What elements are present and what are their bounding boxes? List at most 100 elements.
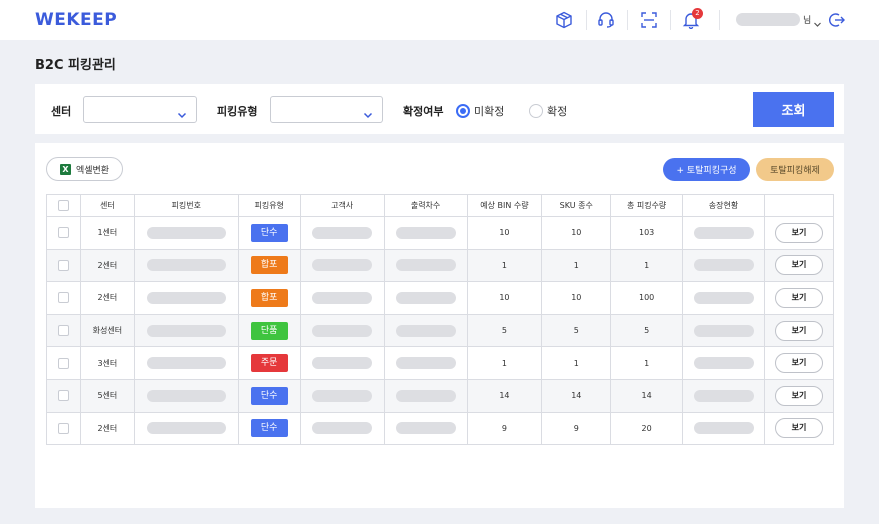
picking-number-placeholder (146, 226, 226, 239)
col-picking-type: 피킹유형 (237, 194, 301, 217)
view-button[interactable]: 보기 (774, 418, 823, 439)
invoice-status-cell (682, 313, 765, 348)
picking-type-tag: 합포 (250, 256, 288, 275)
table-row: 5센터 단수 14 14 14 보기 (46, 378, 835, 413)
row-checkbox[interactable] (57, 325, 69, 337)
print-round-cell (383, 216, 468, 250)
row-checkbox[interactable] (57, 390, 69, 402)
col-customer: 고객사 (299, 194, 385, 217)
center-cell: 화성센터 (79, 313, 135, 348)
row-checkbox[interactable] (57, 227, 69, 239)
picking-number-cell (133, 281, 239, 315)
action-cell: 보기 (763, 216, 835, 250)
select-all-checkbox[interactable] (57, 200, 69, 211)
bell-icon[interactable]: 2 (680, 8, 703, 31)
view-button[interactable]: 보기 (774, 222, 823, 243)
table-row: 3센터 주문 1 1 1 보기 (46, 346, 835, 380)
picking-type-tag: 주문 (250, 354, 288, 373)
row-select-cell (46, 216, 81, 250)
row-checkbox[interactable] (57, 357, 69, 369)
excel-export-button[interactable]: X 엑셀변환 (46, 157, 123, 181)
radio-unconfirmed[interactable]: 미확정 (456, 103, 504, 119)
picking-type-cell: 단수 (237, 216, 301, 250)
center-cell: 2센터 (79, 411, 135, 446)
print-round-cell (383, 346, 468, 380)
action-cell: 보기 (763, 248, 835, 283)
picking-number-cell (133, 378, 239, 413)
center-cell: 1센터 (79, 216, 135, 250)
center-cell: 2센터 (79, 281, 135, 315)
expected-bin-cell: 10 (466, 281, 543, 315)
picking-number-placeholder (146, 389, 226, 402)
picking-table: 센터 피킹번호 피킹유형 고객사 출력차수 예상 BIN 수량 SKU 종수 총… (46, 194, 835, 446)
radio-confirmed[interactable]: 확정 (529, 103, 567, 119)
customer-cell (299, 281, 385, 315)
picking-number-cell (133, 216, 239, 250)
total-quantity-cell: 5 (610, 313, 684, 348)
invoice-status-placeholder (693, 226, 754, 239)
row-select-cell (46, 248, 81, 283)
view-button[interactable]: 보기 (774, 320, 823, 341)
row-checkbox[interactable] (57, 422, 69, 434)
row-checkbox[interactable] (57, 292, 69, 304)
total-picking-compose-button[interactable]: + 토탈피킹구성 (663, 158, 750, 181)
center-select[interactable] (83, 96, 197, 123)
print-round-cell (383, 281, 468, 315)
center-cell: 3센터 (79, 346, 135, 380)
col-sku-count: SKU 종수 (541, 194, 612, 217)
picking-number-placeholder (146, 357, 226, 370)
row-select-cell (46, 378, 81, 413)
notification-badge: 2 (692, 8, 703, 19)
expected-bin-cell: 1 (466, 248, 543, 283)
sku-count-cell: 14 (541, 378, 612, 413)
total-quantity-cell: 14 (610, 378, 684, 413)
table-row: 1센터 단수 10 10 103 보기 (46, 216, 835, 250)
customer-placeholder (312, 389, 373, 402)
action-cell: 보기 (763, 281, 835, 315)
wekeep-logo[interactable]: WEKEEP (35, 10, 117, 30)
view-button[interactable]: 보기 (774, 255, 823, 276)
table-row: 2센터 단수 9 9 20 보기 (46, 411, 835, 446)
row-select-cell (46, 313, 81, 348)
print-round-cell (383, 378, 468, 413)
picking-type-cell: 단품 (237, 313, 301, 348)
customer-cell (299, 313, 385, 348)
table-row: 화성센터 단품 5 5 5 보기 (46, 313, 835, 348)
invoice-status-cell (682, 346, 765, 380)
total-picking-release-button[interactable]: 토탈피킹해제 (756, 158, 834, 181)
view-button[interactable]: 보기 (774, 287, 823, 308)
sku-count-cell: 9 (541, 411, 612, 446)
customer-placeholder (312, 259, 373, 272)
print-round-placeholder (395, 291, 456, 304)
picking-type-cell: 합포 (237, 248, 301, 283)
total-quantity-cell: 1 (610, 346, 684, 380)
view-button[interactable]: 보기 (774, 385, 823, 406)
search-button[interactable]: 조회 (753, 92, 834, 127)
logout-icon[interactable] (826, 9, 848, 31)
user-name-placeholder[interactable] (736, 13, 800, 26)
customer-cell (299, 411, 385, 446)
print-round-placeholder (395, 226, 456, 239)
invoice-status-cell (682, 248, 765, 283)
select-all-cell (46, 194, 81, 217)
main-panel: X 엑셀변환 + 토탈피킹구성 토탈피킹해제 센터 피킹번호 피킹유형 고객사 … (35, 143, 844, 508)
table-row: 2센터 합포 1 1 1 보기 (46, 248, 835, 283)
picking-type-select[interactable] (270, 96, 383, 123)
center-cell: 2센터 (79, 248, 135, 283)
chevron-down-icon (177, 105, 187, 124)
sku-count-cell: 1 (541, 248, 612, 283)
filter-panel: 센터 피킹유형 확정여부 미확정 확정 조회 (35, 84, 844, 134)
invoice-status-placeholder (693, 324, 754, 337)
customer-placeholder (312, 422, 373, 435)
picking-type-tag: 단수 (250, 386, 288, 405)
chevron-down-icon[interactable] (813, 14, 822, 33)
row-checkbox[interactable] (57, 259, 69, 271)
sku-count-cell: 1 (541, 346, 612, 380)
view-button[interactable]: 보기 (774, 353, 823, 374)
headset-icon[interactable] (595, 9, 617, 31)
row-select-cell (46, 281, 81, 315)
box-icon[interactable] (553, 9, 575, 31)
print-round-cell (383, 313, 468, 348)
scan-icon[interactable] (638, 9, 660, 31)
expected-bin-cell: 10 (466, 216, 543, 250)
